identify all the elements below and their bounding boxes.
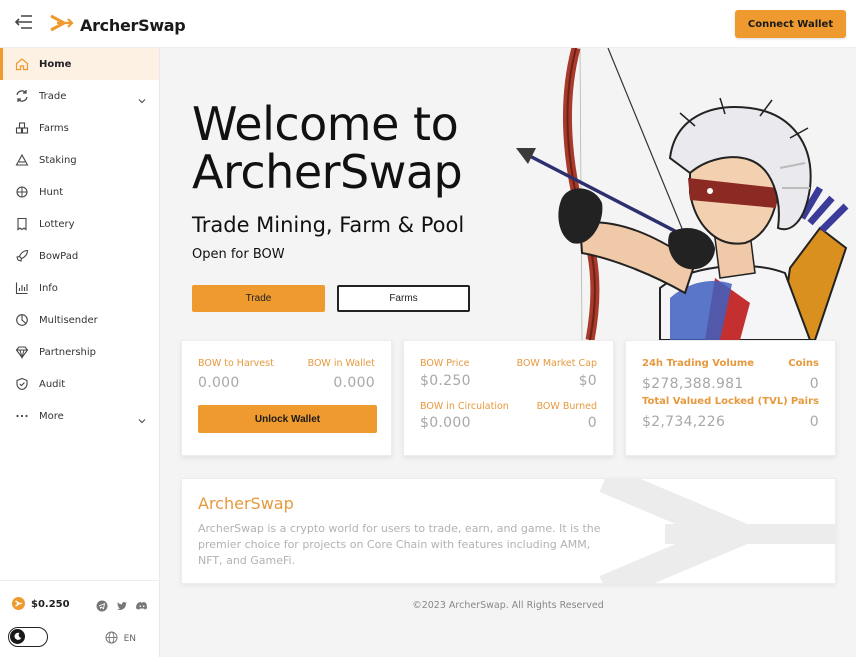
about-title: ArcherSwap	[198, 494, 294, 513]
unlock-wallet-button[interactable]: Unlock Wallet	[198, 405, 377, 433]
logo[interactable]: ArcherSwap	[48, 10, 186, 40]
sidebar-item-hunt[interactable]: Hunt	[0, 176, 159, 208]
discord-icon[interactable]	[136, 597, 148, 610]
bow-burned-value: 0	[587, 415, 597, 431]
twitter-icon[interactable]	[116, 597, 128, 610]
more-icon	[14, 408, 30, 424]
sidebar-item-label: Staking	[39, 154, 77, 166]
sidebar-item-label: Home	[39, 58, 72, 70]
sidebar-item-label: BowPad	[39, 250, 79, 262]
staking-icon	[14, 152, 30, 168]
sidebar-item-more[interactable]: More	[0, 400, 159, 432]
bow-in-wallet-label: BOW in Wallet	[307, 358, 375, 369]
chevron-down-icon[interactable]	[137, 91, 147, 104]
sidebar-item-label: Trade	[39, 90, 67, 102]
bow-to-harvest-value: 0.000	[198, 375, 240, 391]
ticket-icon	[14, 216, 30, 232]
footer-copyright: ©2023 ArcherSwap. All Rights Reserved	[412, 600, 604, 611]
language-label: EN	[123, 633, 136, 644]
bow-price-display[interactable]: $0.250	[12, 595, 70, 614]
farms-icon	[14, 120, 30, 136]
pairs-label: Pairs	[790, 396, 819, 407]
sidebar-item-label: Info	[39, 282, 58, 294]
hero-open-text: Open for BOW	[192, 247, 285, 262]
telegram-icon[interactable]	[96, 597, 108, 612]
bow-token-icon	[12, 595, 25, 614]
sidebar-item-label: Lottery	[39, 218, 75, 230]
market-cap-label: BOW Market Cap	[516, 358, 597, 369]
sidebar: Home Trade Farms Staking Hunt Lottery Bo…	[0, 48, 160, 657]
home-icon	[14, 56, 30, 72]
sidebar-footer: $0.250 EN	[0, 580, 160, 657]
top-header: ArcherSwap Connect Wallet	[0, 0, 856, 48]
trading-volume-label: 24h Trading Volume	[642, 358, 755, 369]
sidebar-item-label: Multisender	[39, 314, 98, 326]
bow-price-value: $0.250	[31, 599, 70, 610]
coins-value: 0	[809, 376, 819, 392]
chart-icon	[14, 280, 30, 296]
trading-volume-value: $278,388.981	[642, 376, 744, 392]
hero-title-line2: ArcherSwap	[192, 145, 463, 199]
bow-to-harvest-label: BOW to Harvest	[198, 358, 274, 369]
coins-label: Coins	[788, 358, 819, 369]
archer-illustration	[510, 48, 856, 340]
sidebar-item-multisender[interactable]: Multisender	[0, 304, 159, 336]
sidebar-item-label: Farms	[39, 122, 69, 134]
sidebar-item-label: Audit	[39, 378, 66, 390]
pairs-value: 0	[809, 414, 819, 430]
sidebar-item-info[interactable]: Info	[0, 272, 159, 304]
theme-toggle[interactable]	[8, 627, 48, 647]
target-icon	[14, 184, 30, 200]
hero-title: Welcome to ArcherSwap	[192, 97, 463, 199]
sidebar-item-trade[interactable]: Trade	[0, 80, 159, 112]
market-cap-value: $0	[578, 373, 597, 389]
sidebar-item-farms[interactable]: Farms	[0, 112, 159, 144]
sidebar-item-staking[interactable]: Staking	[0, 144, 159, 176]
connect-wallet-button[interactable]: Connect Wallet	[735, 10, 846, 38]
diamond-icon	[14, 344, 30, 360]
sidebar-item-bowpad[interactable]: BowPad	[0, 240, 159, 272]
bow-in-wallet-value: 0.000	[333, 375, 375, 391]
trade-button[interactable]: Trade	[192, 285, 325, 312]
bow-price-label: BOW Price	[420, 358, 470, 369]
circulation-label: BOW in Circulation	[420, 401, 509, 412]
chevron-down-icon[interactable]	[137, 411, 147, 424]
tvl-value: $2,734,226	[642, 414, 726, 430]
sidebar-item-label: More	[39, 410, 64, 422]
volume-card: 24h Trading Volume $278,388.981 Coins 0 …	[625, 340, 836, 456]
harvest-card: BOW to Harvest 0.000 BOW in Wallet 0.000…	[181, 340, 392, 456]
bow-price-value: $0.250	[420, 373, 471, 389]
archer-logo-icon	[48, 10, 74, 40]
sidebar-item-lottery[interactable]: Lottery	[0, 208, 159, 240]
about-section: ArcherSwap ArcherSwap is a crypto world …	[181, 478, 836, 584]
sidebar-item-partnership[interactable]: Partnership	[0, 336, 159, 368]
bow-price-card: BOW Price $0.250 BOW Market Cap $0 BOW i…	[403, 340, 614, 456]
sidebar-item-home[interactable]: Home	[0, 48, 159, 80]
moon-icon	[10, 629, 25, 644]
collapse-menu-icon[interactable]	[14, 14, 34, 30]
sidebar-item-label: Partnership	[39, 346, 97, 358]
hero-title-line1: Welcome to	[192, 97, 459, 151]
language-selector[interactable]: EN	[105, 629, 136, 648]
rocket-icon	[14, 248, 30, 264]
swap-icon	[14, 88, 30, 104]
hero-subtitle: Trade Mining, Farm & Pool	[192, 213, 465, 237]
tvl-label: Total Valued Locked (TVL)	[642, 396, 788, 407]
pie-icon	[14, 312, 30, 328]
logo-watermark-icon	[599, 479, 835, 583]
shield-icon	[14, 376, 30, 392]
sidebar-item-label: Hunt	[39, 186, 64, 198]
circulation-value: $0.000	[420, 415, 471, 431]
farms-button[interactable]: Farms	[337, 285, 470, 312]
about-text: ArcherSwap is a crypto world for users t…	[198, 522, 601, 567]
globe-icon	[105, 629, 118, 648]
social-links	[96, 597, 148, 612]
sidebar-item-audit[interactable]: Audit	[0, 368, 159, 400]
logo-name: ArcherSwap	[80, 15, 186, 35]
bow-burned-label: BOW Burned	[536, 401, 597, 412]
